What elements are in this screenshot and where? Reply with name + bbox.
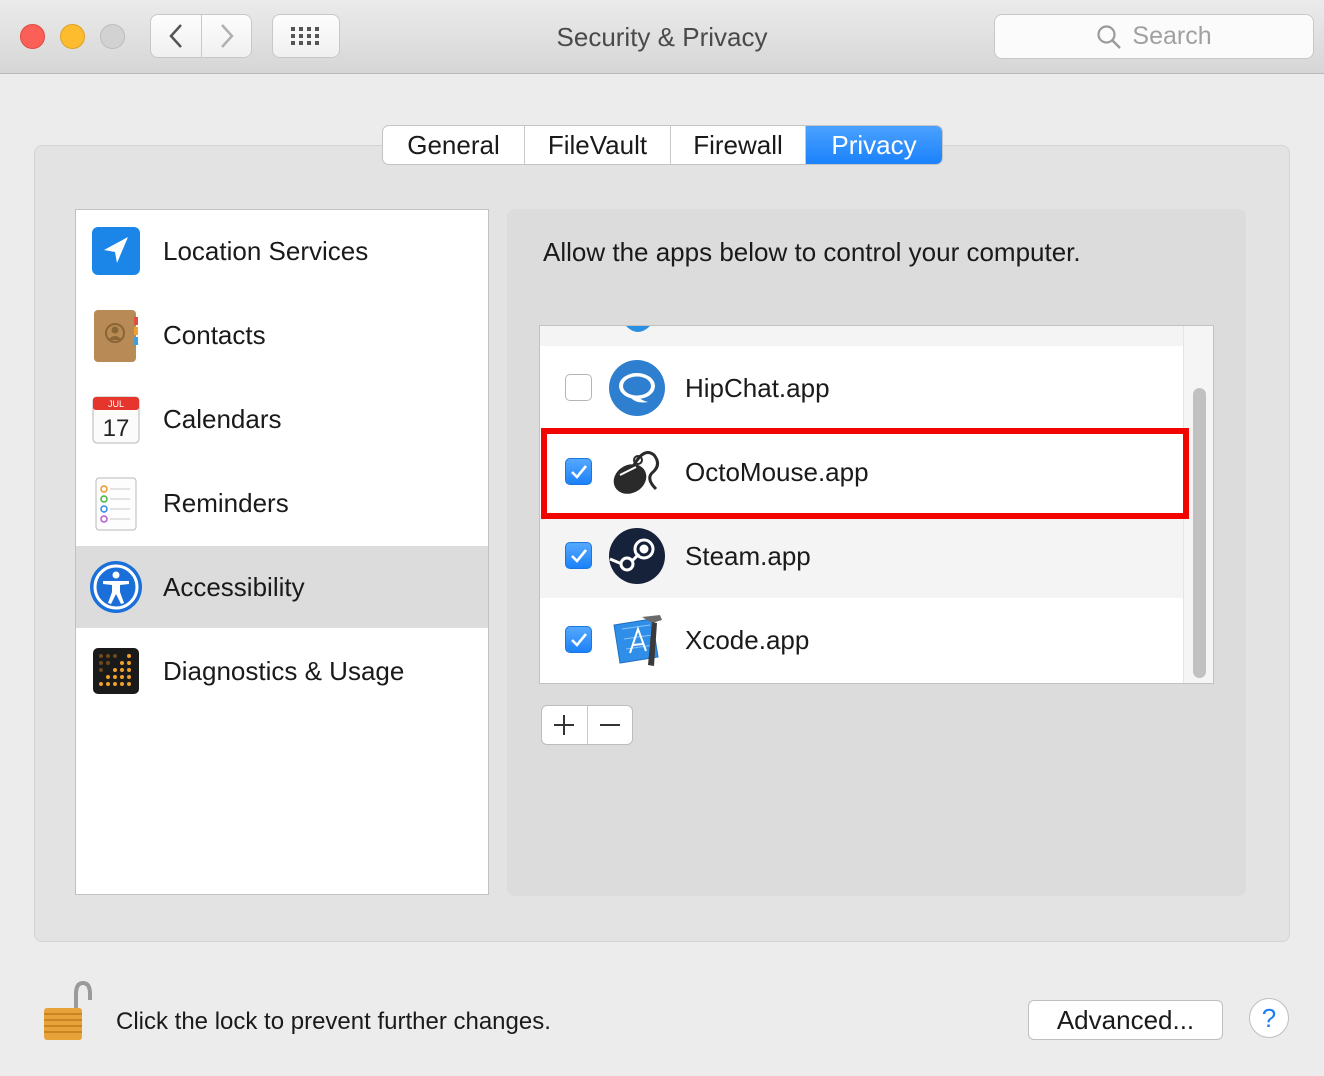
partial-app-icon [626,326,650,332]
sidebar-item-label: Diagnostics & Usage [163,655,405,686]
privacy-category-list: Location Services Contacts JUL 17 Calend… [75,209,489,895]
app-name: Xcode.app [685,625,810,655]
tab-filevault[interactable]: FileVault [525,126,671,164]
checkmark-icon [570,548,587,563]
plus-icon [554,715,575,735]
app-row-xcode[interactable]: Xcode.app [540,598,1183,682]
calendar-icon-month: JUL [108,399,124,409]
octomouse-icon [613,451,659,494]
sidebar-item-label: Reminders [163,487,289,518]
sidebar-item-label: Location Services [163,235,369,266]
search-icon [1097,24,1122,49]
steam-icon [609,528,665,584]
sidebar-item-reminders[interactable]: Reminders [76,462,488,544]
minus-icon [599,724,620,726]
advanced-button[interactable]: Advanced... [1028,1000,1223,1040]
app-list: HipChat.app OctoMouse.app Steam.app Xcod… [539,325,1214,684]
location-arrow-icon [92,227,140,275]
accessibility-icon [90,561,142,613]
diagnostics-grid-icon [93,648,139,694]
calendar-icon: JUL 17 [92,396,140,444]
checkmark-icon [570,632,587,647]
app-row-octomouse[interactable]: OctoMouse.app [540,430,1183,514]
reminders-list-icon [95,477,137,531]
sidebar-item-calendars[interactable]: JUL 17 Calendars [76,378,488,460]
tab-firewall[interactable]: Firewall [671,126,806,164]
tab-bar: General FileVault Firewall Privacy [382,125,943,165]
sidebar-item-label: Accessibility [163,571,305,602]
scrollbar-track[interactable] [1183,326,1213,683]
sidebar-item-location-services[interactable]: Location Services [76,210,488,292]
sidebar-item-accessibility[interactable]: Accessibility [76,546,488,628]
app-row-hipchat[interactable]: HipChat.app [540,346,1183,430]
lock-status-text: Click the lock to prevent further change… [116,1008,551,1035]
xcode-checkbox[interactable] [565,626,592,653]
help-button[interactable]: ? [1249,998,1289,1038]
panel-description: Allow the apps below to control your com… [543,237,1081,267]
sidebar-item-label: Contacts [163,319,266,350]
scrollbar-thumb[interactable] [1193,388,1206,678]
xcode-icon [613,615,662,666]
unlocked-padlock-icon[interactable] [40,980,94,1042]
add-remove-control [541,705,633,745]
calendar-icon-day: 17 [103,415,130,442]
app-name: HipChat.app [685,373,830,403]
sidebar-item-label: Calendars [163,403,282,434]
sidebar-item-diagnostics-usage[interactable]: Diagnostics & Usage [76,630,488,712]
tab-general[interactable]: General [383,126,525,164]
steam-checkbox[interactable] [565,542,592,569]
search-placeholder: Search [1132,22,1212,50]
tab-privacy[interactable]: Privacy [806,126,942,164]
sidebar-item-contacts[interactable]: Contacts [76,294,488,376]
checkmark-icon [570,464,587,479]
app-row-steam[interactable]: Steam.app [540,514,1183,598]
title-bar: Security & Privacy Search [0,0,1324,74]
add-app-button[interactable] [542,706,587,744]
hipchat-checkbox[interactable] [565,374,592,401]
app-name: Steam.app [685,541,811,571]
remove-app-button[interactable] [586,706,632,744]
contacts-book-icon [94,310,138,362]
app-name: OctoMouse.app [685,457,869,487]
octomouse-checkbox[interactable] [565,458,592,485]
search-field[interactable]: Search [994,14,1314,59]
list-item [540,326,1183,346]
hipchat-icon [609,360,665,416]
